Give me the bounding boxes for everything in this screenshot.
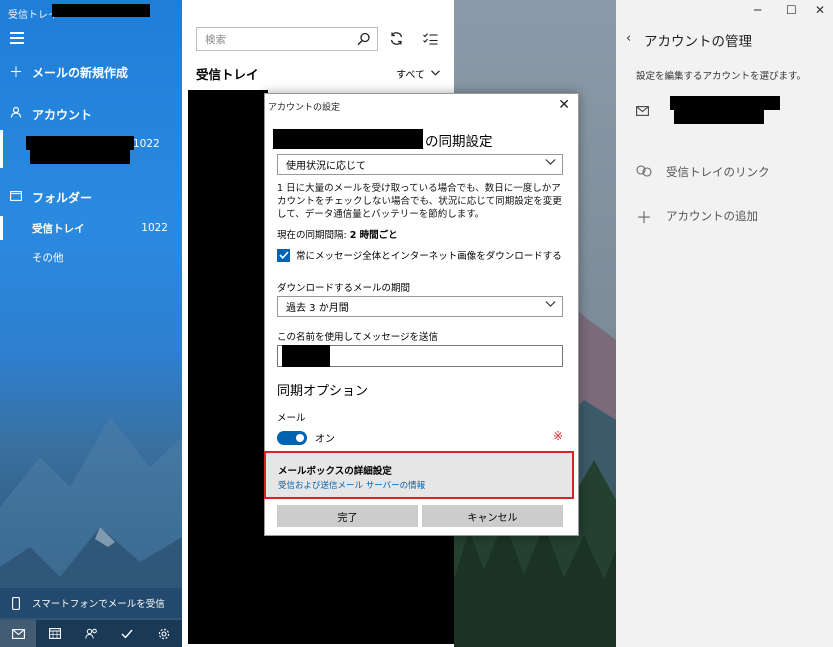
interval-value: 2 時間ごと (349, 230, 398, 241)
app-switcher-bar (0, 620, 182, 647)
download-period-select[interactable]: 過去 3 か月間 (277, 296, 563, 317)
redacted-account-email (30, 150, 130, 164)
sync-interval: 現在の同期間隔: 2 時間ごと (277, 227, 398, 241)
folder-icon (0, 189, 32, 205)
mail-icon (636, 106, 649, 119)
hamburger-menu-icon[interactable] (10, 32, 24, 44)
account-item[interactable]: 1022 (0, 130, 182, 168)
redacted-account-name (26, 136, 134, 150)
maximize-icon[interactable]: ☐ (786, 3, 797, 17)
filter-dropdown[interactable]: すべて (396, 66, 440, 81)
new-mail-button[interactable]: ＋ メールの新規作成 (0, 59, 182, 85)
mail-label: メール (277, 413, 306, 424)
mailbox-advanced-subtitle: 受信および送信メール サーバーの情報 (278, 481, 426, 491)
link-inboxes-button[interactable]: 受信トレイのリンク (636, 164, 770, 180)
navigation-sidebar: 受信トレイ - ＋ メールの新規作成 アカウント 1022 フォルダー 受信トレ… (0, 0, 182, 647)
settings-gear-icon[interactable] (146, 620, 182, 647)
redacted-account-email (674, 110, 764, 124)
back-arrow-icon[interactable]: ‹ (626, 31, 631, 46)
todo-check-icon[interactable] (109, 620, 145, 647)
always-download-checkbox[interactable]: 常にメッセージ全体とインターネット画像をダウンロードする (277, 248, 562, 262)
chevron-down-icon (431, 68, 440, 79)
redacted-account (52, 4, 150, 17)
toggle-state-label: オン (315, 434, 335, 445)
folders-label: フォルダー (32, 190, 93, 205)
sync-heading-suffix: の同期設定 (425, 134, 493, 150)
accounts-label: アカウント (32, 107, 93, 122)
account-entry[interactable] (636, 95, 816, 127)
pane-title: 受信トレイ (196, 67, 259, 82)
download-mode-select[interactable]: 使用状況に応じて (277, 154, 563, 175)
search-icon[interactable] (357, 32, 371, 49)
always-download-label: 常にメッセージ全体とインターネット画像をダウンロードする (296, 251, 562, 262)
redacted-account-name (273, 129, 423, 149)
download-period-value: 過去 3 か月間 (286, 303, 349, 314)
filter-label: すべて (396, 70, 425, 81)
search-input[interactable]: 検索 (196, 27, 378, 51)
selection-mode-icon[interactable] (423, 32, 438, 48)
note-mark: ※ (553, 429, 564, 443)
mailbox-advanced-title: メールボックスの詳細設定 (278, 466, 392, 477)
new-mail-label: メールの新規作成 (32, 65, 129, 80)
link-inboxes-label: 受信トレイのリンク (666, 165, 770, 179)
mail-sync-toggle[interactable]: オン (277, 430, 335, 445)
download-mode-value: 使用状況に応じて (286, 161, 366, 172)
add-account-label: アカウントの追加 (666, 209, 759, 223)
send-name-input[interactable] (277, 345, 563, 367)
send-name-label: この名前を使用してメッセージを送信 (277, 332, 439, 343)
redacted-name-value (282, 345, 330, 367)
plus-icon: ＋ (9, 65, 23, 81)
toggle-switch (277, 430, 307, 445)
sync-settings-heading: の同期設定 (425, 130, 493, 150)
close-icon[interactable]: ✕ (558, 97, 570, 113)
person-icon (0, 106, 32, 122)
mail-icon[interactable] (0, 620, 37, 647)
download-period-label: ダウンロードするメールの期間 (277, 283, 411, 294)
chevron-down-icon (545, 158, 556, 169)
cancel-button[interactable]: キャンセル (422, 505, 563, 527)
folders-button[interactable]: フォルダー (0, 184, 182, 210)
phone-icon (0, 596, 32, 610)
sync-options-heading: 同期オプション (277, 384, 369, 399)
interval-label: 現在の同期間隔: (277, 230, 350, 241)
account-unread-count: 1022 (133, 138, 160, 150)
search-placeholder: 検索 (205, 33, 226, 46)
phone-promo-button[interactable]: スマートフォンでメールを受信 (0, 588, 182, 618)
accounts-button[interactable]: アカウント (0, 101, 182, 127)
redacted-message-list (188, 536, 454, 644)
close-window-icon[interactable]: ✕ (815, 3, 825, 17)
people-icon[interactable] (73, 620, 109, 647)
folder-label: 受信トレイ (32, 222, 85, 235)
dialog-title: アカウントの設定 (268, 103, 341, 113)
done-button[interactable]: 完了 (277, 505, 418, 527)
chevron-down-icon (545, 300, 556, 311)
add-account-button[interactable]: ＋ アカウントの追加 (636, 204, 758, 228)
folder-count: 1022 (141, 222, 168, 234)
manage-accounts-panel: ─ ☐ ✕ ‹ アカウントの管理 設定を編集するアカウントを選びます。 受信トレ… (616, 0, 833, 647)
checkbox-checked-icon (277, 248, 290, 262)
link-icon (636, 164, 652, 180)
redacted-account-name (670, 96, 780, 110)
panel-title: アカウントの管理 (644, 34, 752, 50)
folder-other[interactable]: その他 (0, 245, 182, 269)
calendar-icon[interactable] (36, 620, 72, 647)
mailbox-advanced-settings-button[interactable]: メールボックスの詳細設定 受信および送信メール サーバーの情報 (264, 451, 574, 499)
minimize-icon[interactable]: ─ (754, 3, 761, 17)
sync-description: 1 日に大量のメールを受け取っている場合でも、数日に一度しかアカウントをチェック… (277, 183, 562, 220)
folder-label: その他 (32, 251, 64, 264)
folder-inbox[interactable]: 受信トレイ 1022 (0, 216, 182, 240)
sync-refresh-icon[interactable] (389, 31, 404, 49)
plus-icon: ＋ (636, 208, 653, 227)
panel-description: 設定を編集するアカウントを選びます。 (636, 71, 807, 82)
phone-promo-label: スマートフォンでメールを受信 (32, 599, 165, 610)
account-settings-dialog: アカウントの設定 ✕ の同期設定 使用状況に応じて 1 日に大量のメールを受け取… (264, 93, 579, 536)
